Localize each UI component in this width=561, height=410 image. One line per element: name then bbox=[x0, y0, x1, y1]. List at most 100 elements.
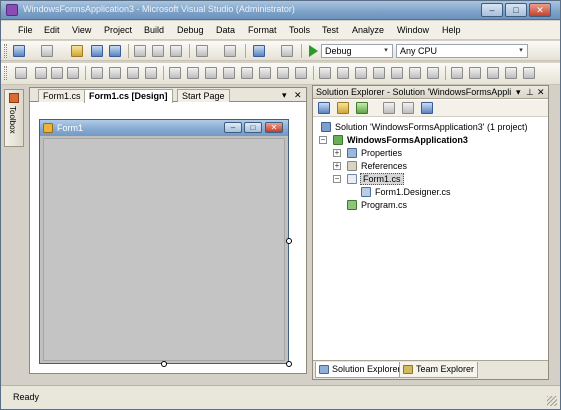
align-centers-icon[interactable] bbox=[51, 67, 63, 79]
menu-file[interactable]: File bbox=[18, 25, 33, 35]
align-tops-icon[interactable] bbox=[91, 67, 103, 79]
menu-debug[interactable]: Debug bbox=[177, 25, 204, 35]
make-same-size-icon[interactable] bbox=[187, 67, 199, 79]
decrease-spacing-icon[interactable] bbox=[259, 67, 271, 79]
align-middles-icon[interactable] bbox=[109, 67, 121, 79]
menu-window[interactable]: Window bbox=[397, 25, 429, 35]
cut-icon[interactable] bbox=[134, 45, 146, 57]
view-designer-icon[interactable] bbox=[402, 102, 414, 114]
equalize-spacing-icon[interactable] bbox=[355, 67, 367, 79]
remove-spacing-icon[interactable] bbox=[277, 67, 289, 79]
tree-label: References bbox=[361, 161, 408, 171]
view-grid-icon[interactable] bbox=[523, 67, 535, 79]
chevron-down-icon: ▾ bbox=[519, 47, 523, 54]
menu-tools[interactable]: Tools bbox=[289, 25, 310, 35]
remove-vertical-spacing-icon[interactable] bbox=[391, 67, 403, 79]
menu-test[interactable]: Test bbox=[322, 25, 339, 35]
close-button[interactable]: ✕ bbox=[529, 3, 551, 17]
make-same-width-icon[interactable] bbox=[145, 67, 157, 79]
lock-controls-icon[interactable] bbox=[505, 67, 517, 79]
paste-icon[interactable] bbox=[170, 45, 182, 57]
tab-order-icon[interactable] bbox=[487, 67, 499, 79]
align-bottoms-icon[interactable] bbox=[127, 67, 139, 79]
menu-help[interactable]: Help bbox=[442, 25, 461, 35]
send-to-back-icon[interactable] bbox=[469, 67, 481, 79]
menu-analyze[interactable]: Analyze bbox=[352, 25, 384, 35]
center-in-form-icon[interactable] bbox=[409, 67, 421, 79]
maximize-button[interactable]: □ bbox=[505, 3, 527, 17]
tab-form1-code[interactable]: Form1.cs bbox=[38, 89, 86, 102]
form-maximize-button[interactable]: □ bbox=[244, 122, 262, 133]
navigate-backward-icon[interactable] bbox=[253, 45, 265, 57]
center-horizontally-icon[interactable] bbox=[319, 67, 331, 79]
expand-toggle[interactable]: + bbox=[333, 149, 341, 157]
menu-build[interactable]: Build bbox=[144, 25, 164, 35]
resize-handle-bottom-right[interactable] bbox=[286, 361, 292, 367]
center-vertical-form-icon[interactable] bbox=[427, 67, 439, 79]
spacing-vertical-icon[interactable] bbox=[373, 67, 385, 79]
window-position-dropdown[interactable]: ▾ bbox=[516, 87, 521, 98]
collapse-toggle[interactable]: − bbox=[319, 136, 327, 144]
form-file-icon bbox=[347, 174, 357, 184]
show-all-files-icon[interactable] bbox=[337, 102, 349, 114]
increase-spacing-icon[interactable] bbox=[241, 67, 253, 79]
size-to-grid-icon[interactable] bbox=[205, 67, 217, 79]
bring-to-front-icon[interactable] bbox=[451, 67, 463, 79]
references-folder-icon bbox=[347, 161, 357, 171]
center-vertically-icon[interactable] bbox=[337, 67, 349, 79]
properties-icon[interactable] bbox=[318, 102, 330, 114]
save-all-icon[interactable] bbox=[109, 45, 121, 57]
solution-configuration-select[interactable]: Debug ▾ bbox=[321, 44, 393, 58]
configuration-value: Debug bbox=[325, 46, 352, 56]
collapse-toggle[interactable]: − bbox=[333, 175, 341, 183]
close-panel-button[interactable]: ✕ bbox=[537, 87, 545, 98]
resize-grip[interactable] bbox=[547, 396, 557, 406]
toolbar-grip[interactable] bbox=[4, 44, 7, 58]
tree-label: Properties bbox=[361, 148, 403, 158]
menu-project[interactable]: Project bbox=[104, 25, 132, 35]
form-designer-surface[interactable]: Form1 – □ ✕ bbox=[30, 103, 306, 373]
menu-format[interactable]: Format bbox=[248, 25, 277, 35]
active-files-dropdown[interactable]: ▾ bbox=[282, 89, 287, 101]
tab-team-explorer[interactable]: Team Explorer bbox=[399, 362, 479, 378]
form1-client-area[interactable] bbox=[43, 138, 285, 361]
toolbar-grip[interactable] bbox=[4, 66, 7, 80]
navigate-forward-icon[interactable] bbox=[281, 45, 293, 57]
align-lefts-icon[interactable] bbox=[35, 67, 47, 79]
tab-solution-explorer[interactable]: Solution Explorer bbox=[315, 362, 405, 378]
tab-form1-design[interactable]: Form1.cs [Design] bbox=[84, 89, 173, 103]
resize-handle-bottom[interactable] bbox=[161, 361, 167, 367]
form1-title-bar[interactable]: Form1 – □ ✕ bbox=[40, 120, 288, 136]
menu-view[interactable]: View bbox=[72, 25, 91, 35]
save-icon[interactable] bbox=[91, 45, 103, 57]
tab-start-page[interactable]: Start Page bbox=[177, 89, 230, 102]
tree-label: Solution 'WindowsFormsApplication3' (1 p… bbox=[335, 122, 528, 132]
form-minimize-button[interactable]: – bbox=[224, 122, 242, 133]
vertical-spacing-icon[interactable] bbox=[295, 67, 307, 79]
redo-icon[interactable] bbox=[224, 45, 236, 57]
align-rights-icon[interactable] bbox=[67, 67, 79, 79]
class-diagram-icon[interactable] bbox=[421, 102, 433, 114]
add-item-icon[interactable] bbox=[41, 45, 53, 57]
form1-window[interactable]: Form1 – □ ✕ bbox=[39, 119, 289, 364]
resize-handle-right[interactable] bbox=[286, 238, 292, 244]
auto-hide-pin-icon[interactable]: ⊥ bbox=[526, 87, 534, 98]
start-debugging-icon[interactable] bbox=[309, 45, 318, 57]
view-code-icon[interactable] bbox=[383, 102, 395, 114]
open-file-icon[interactable] bbox=[71, 45, 83, 57]
expand-toggle[interactable]: + bbox=[333, 162, 341, 170]
align-to-grid-icon[interactable] bbox=[15, 67, 27, 79]
undo-icon[interactable] bbox=[196, 45, 208, 57]
toolbox-tab[interactable]: Toolbox bbox=[4, 89, 24, 147]
copy-icon[interactable] bbox=[152, 45, 164, 57]
horizontal-spacing-icon[interactable] bbox=[223, 67, 235, 79]
menu-data[interactable]: Data bbox=[216, 25, 235, 35]
refresh-icon[interactable] bbox=[356, 102, 368, 114]
minimize-button[interactable]: – bbox=[481, 3, 503, 17]
form-close-button[interactable]: ✕ bbox=[265, 122, 283, 133]
menu-edit[interactable]: Edit bbox=[44, 25, 60, 35]
solution-platform-select[interactable]: Any CPU ▾ bbox=[396, 44, 528, 58]
new-project-icon[interactable] bbox=[13, 45, 25, 57]
close-document-button[interactable]: ✕ bbox=[294, 89, 302, 101]
make-same-height-icon[interactable] bbox=[169, 67, 181, 79]
